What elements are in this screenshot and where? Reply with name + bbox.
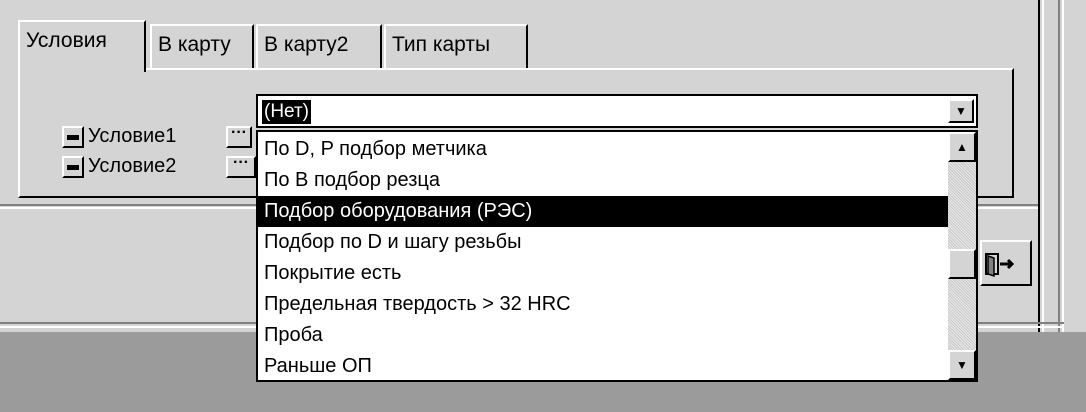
tab-label: Условия [26, 29, 107, 52]
tab-label: В карту [158, 33, 231, 56]
condition1-combobox[interactable]: (Нет) ▼ [256, 94, 978, 128]
exit-button[interactable] [980, 240, 1032, 286]
combobox-dropdown-button[interactable]: ▼ [948, 99, 974, 123]
condition2-more-button[interactable]: ··· [226, 154, 256, 178]
combobox-value: (Нет) [260, 99, 313, 125]
dropdown-items: По D, P подбор метчика По В подбор резца П… [258, 134, 948, 380]
frame-edge [1038, 0, 1040, 336]
ellipsis-icon: ··· [231, 124, 247, 141]
tab-to-card2[interactable]: В карту2 [256, 24, 382, 68]
list-item[interactable]: Проба [258, 320, 948, 351]
chevron-down-icon: ▼ [956, 358, 968, 372]
list-item[interactable]: Подбор оборудования (РЭС) [258, 196, 948, 227]
list-item[interactable]: По D, P подбор метчика [258, 134, 948, 165]
chevron-up-icon: ▲ [956, 140, 968, 154]
chevron-down-icon: ▼ [955, 104, 967, 118]
list-item[interactable]: Раньше ОП [258, 351, 948, 380]
combobox-dropdown-list[interactable]: По D, P подбор метчика По В подбор резца П… [256, 130, 978, 382]
minus-icon [67, 165, 79, 170]
remove-condition2-button[interactable] [62, 156, 84, 178]
list-item[interactable]: Подбор по D и шагу резьбы [258, 227, 948, 258]
condition2-label: Условие2 [88, 155, 177, 177]
scroll-down-button[interactable]: ▼ [948, 350, 976, 380]
list-item[interactable]: По В подбор резца [258, 165, 948, 196]
list-item[interactable]: Предельная твердость > 32 HRC [258, 289, 948, 320]
condition1-more-button[interactable]: ··· [226, 124, 252, 148]
minus-icon [67, 135, 79, 140]
dropdown-scrollbar[interactable]: ▲ ▼ [948, 132, 976, 380]
condition1-label: Условие1 [88, 125, 177, 147]
tab-label: В карту2 [264, 33, 349, 56]
tab-label: Тип карты [392, 33, 491, 56]
tab-conditions[interactable]: Условия [18, 20, 146, 72]
dialog-window: Условия В карту В карту2 Тип карты Услов… [0, 0, 1086, 412]
list-item[interactable]: Покрытие есть [258, 258, 948, 289]
scroll-up-button[interactable]: ▲ [948, 132, 976, 162]
ellipsis-icon: ··· [233, 154, 249, 171]
tab-card-type[interactable]: Тип карты [384, 24, 528, 68]
frame-edge [1044, 0, 1056, 336]
remove-condition1-button[interactable] [62, 126, 84, 148]
exit-door-icon [985, 253, 1015, 278]
tab-to-card[interactable]: В карту [150, 24, 254, 68]
scroll-thumb[interactable] [948, 249, 976, 279]
frame-edge [1062, 0, 1064, 336]
frame-edge [1058, 0, 1060, 336]
